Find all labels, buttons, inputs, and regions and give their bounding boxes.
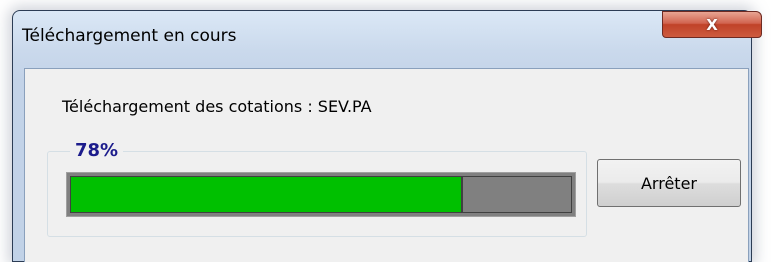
stop-button[interactable]: Arrêter [597,159,741,207]
progress-group-box: 78% [47,140,587,237]
dialog-client-area: Téléchargement des cotations : SEV.PA 78… [24,68,749,262]
progress-bar-fill [71,177,463,212]
download-status-message: Téléchargement des cotations : SEV.PA [62,97,372,116]
progress-percentage-label: 78% [70,140,124,162]
close-icon: X [706,15,718,34]
progress-bar [66,172,576,217]
window-title: Téléchargement en cours [22,26,237,46]
progress-bar-inner [70,176,572,213]
close-button[interactable]: X [662,11,762,38]
